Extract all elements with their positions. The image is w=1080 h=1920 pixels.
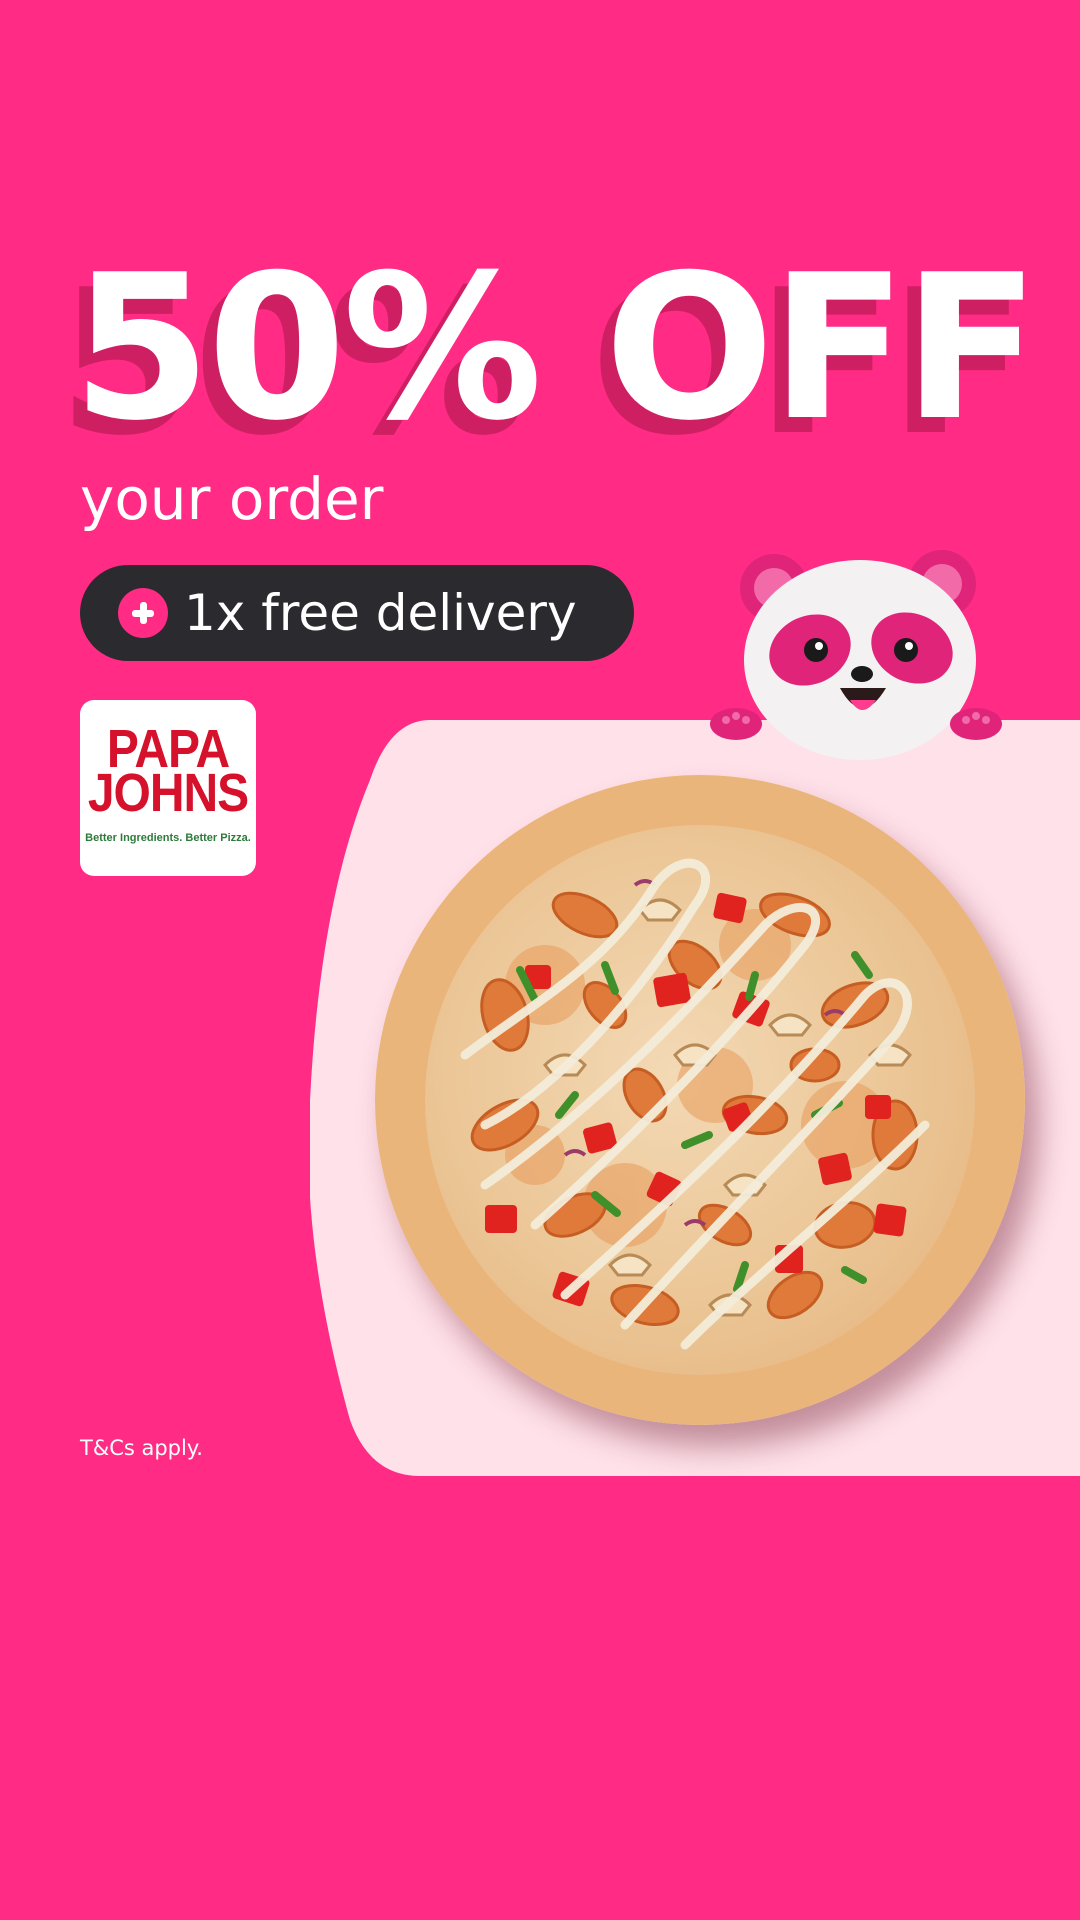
- free-delivery-pill: 1x free delivery: [80, 565, 634, 661]
- logo-line-johns: JOHNS: [87, 763, 249, 824]
- headline-graphic: 50% OFF 50% OFF: [58, 232, 1040, 480]
- free-delivery-label: 1x free delivery: [184, 584, 577, 642]
- terms-note: T&Cs apply.: [80, 1436, 203, 1460]
- papa-johns-logo: PAPA JOHNS Better Ingredients. Better Pi…: [80, 700, 256, 876]
- plus-icon: [118, 588, 168, 638]
- promo-banner: 50% OFF 50% OFF your order 1x free deliv…: [0, 0, 1080, 1920]
- logo-tagline: Better Ingredients. Better Pizza.: [85, 832, 251, 844]
- headline-text: 50% OFF: [72, 232, 1036, 465]
- pizza-toppings: [425, 825, 975, 1375]
- panda-mascot: [710, 548, 1002, 760]
- discount-headline: 50% OFF 50% OFF: [58, 232, 1052, 480]
- headline-subtitle: your order: [80, 465, 384, 533]
- pizza-image: [375, 775, 1025, 1425]
